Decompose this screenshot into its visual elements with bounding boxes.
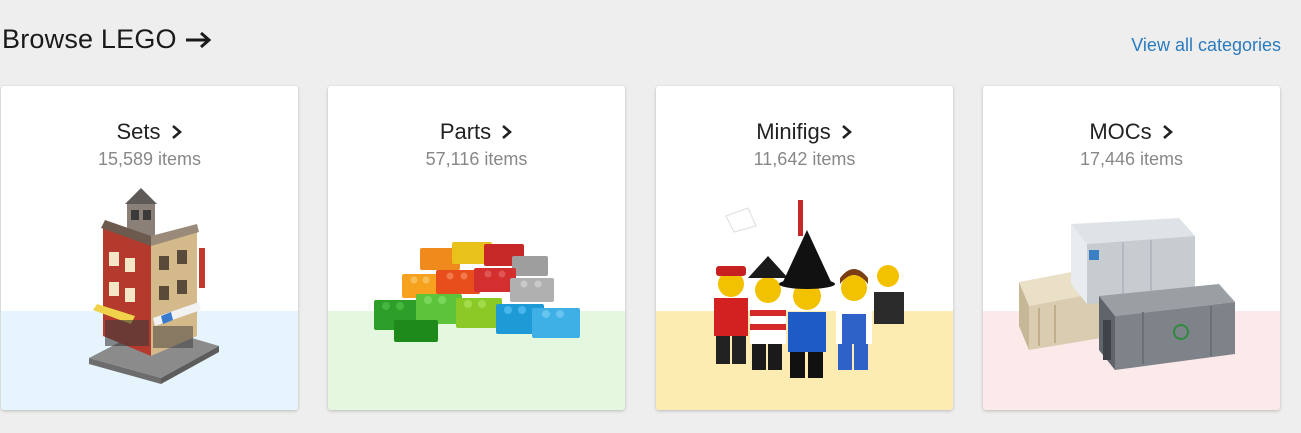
category-cards: Sets 15,589 items Parts 57,116 items Min… bbox=[0, 86, 1301, 412]
shipping-containers-icon bbox=[1019, 218, 1235, 370]
chevron-right-icon bbox=[171, 125, 182, 139]
card-item-count: 11,642 items bbox=[753, 149, 856, 169]
card-title: Sets bbox=[1, 119, 298, 145]
card-title-text: MOCs bbox=[1089, 119, 1152, 144]
lego-bricks-pile-icon bbox=[374, 242, 580, 342]
category-card-mocs[interactable]: MOCs 17,446 items bbox=[983, 86, 1280, 410]
chevron-right-icon bbox=[841, 125, 852, 139]
section-header: Browse LEGO View all categories bbox=[0, 0, 1301, 80]
category-card-minifigs[interactable]: Minifigs 11,642 items bbox=[656, 86, 953, 410]
page-title-text: Browse LEGO bbox=[2, 24, 177, 54]
card-item-count: 15,589 items bbox=[97, 149, 202, 169]
card-item-count: 57,116 items bbox=[425, 149, 528, 169]
category-card-parts[interactable]: Parts 57,116 items bbox=[328, 86, 625, 410]
chevron-right-icon bbox=[1162, 125, 1173, 139]
lego-building-icon bbox=[89, 188, 219, 384]
card-title-text: Minifigs bbox=[756, 119, 831, 144]
card-title: Parts bbox=[328, 119, 625, 145]
card-title-text: Parts bbox=[439, 119, 492, 144]
view-all-categories-link[interactable]: View all categories bbox=[1131, 35, 1281, 56]
chevron-right-icon bbox=[502, 125, 513, 139]
page-title: Browse LEGO bbox=[2, 24, 213, 55]
category-card-sets[interactable]: Sets 15,589 items bbox=[1, 86, 298, 410]
card-item-count: 17,446 items bbox=[1079, 149, 1184, 169]
card-title: Minifigs bbox=[656, 119, 953, 145]
card-title: MOCs bbox=[983, 119, 1280, 145]
arrow-right-icon bbox=[185, 31, 212, 48]
minifigures-group-icon bbox=[714, 200, 904, 378]
card-title-text: Sets bbox=[116, 119, 161, 144]
